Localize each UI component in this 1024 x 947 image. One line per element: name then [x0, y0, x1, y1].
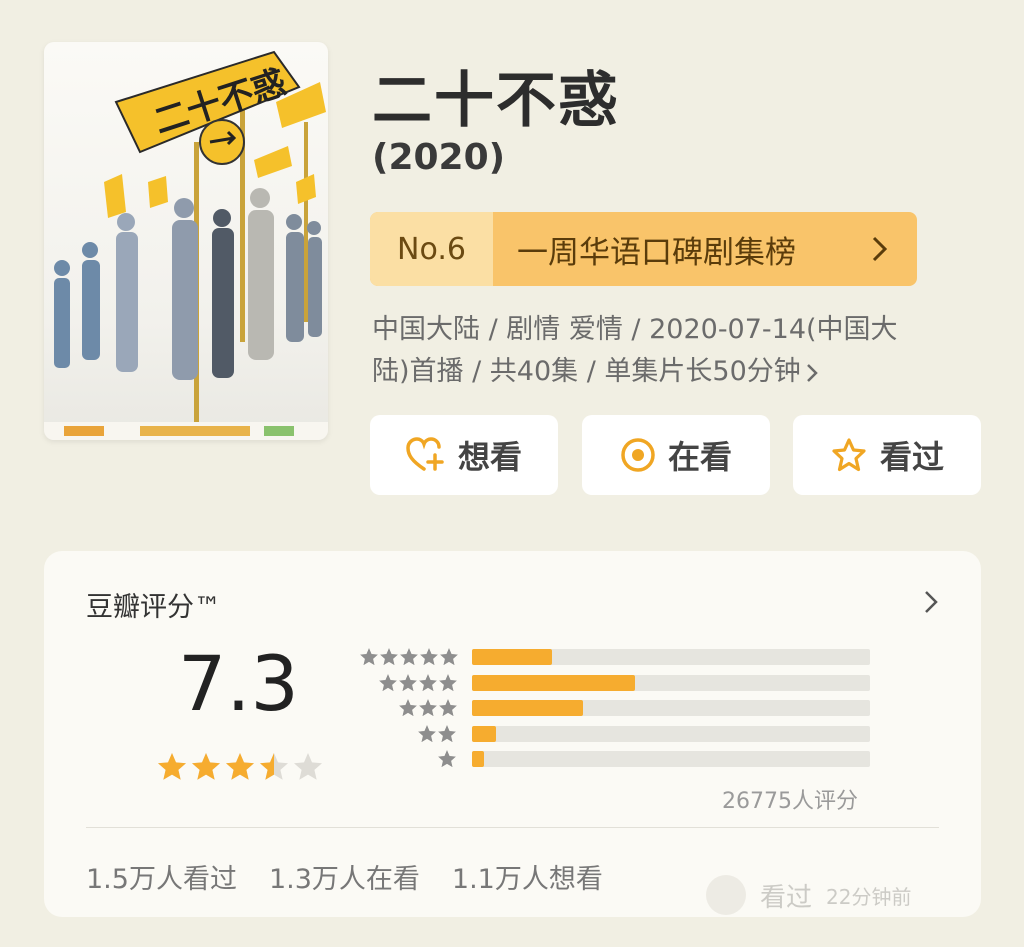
small-star-icon	[399, 648, 418, 665]
distribution-stars	[437, 749, 457, 769]
chevron-right-icon	[806, 363, 818, 382]
star-icon	[226, 753, 254, 780]
release-year: (2020)	[372, 137, 506, 178]
distribution-bar-track	[472, 700, 870, 716]
small-star-icon	[438, 699, 457, 716]
watching-count: 1.3万人在看	[268, 864, 420, 895]
small-star-icon	[418, 699, 437, 716]
rating-count: 26775人评分	[722, 789, 858, 814]
distribution-bar-fill	[472, 700, 584, 716]
rating-label: 豆瓣评分™	[86, 592, 221, 623]
small-star-icon	[437, 750, 456, 767]
poster-artwork: 二十不惑	[44, 50, 328, 440]
recent-activity-time: 22分钟前	[826, 884, 912, 909]
distribution-stars	[398, 698, 458, 718]
star-icon	[192, 753, 220, 780]
want-label: 想看	[457, 438, 522, 476]
watching-button[interactable]: 在看	[582, 415, 770, 495]
show-info[interactable]: 中国大陆 / 剧情 爱情 / 2020-07-14(中国大 陆)首播 / 共40…	[372, 309, 972, 393]
rank-label: 一周华语口碑剧集榜	[517, 234, 796, 271]
distribution-stars	[417, 724, 457, 744]
small-star-icon	[399, 673, 417, 691]
small-star-icon	[398, 699, 417, 716]
poster-image[interactable]: 二十不惑	[44, 42, 328, 440]
star-outline-icon	[832, 438, 866, 472]
distribution-row-1	[354, 749, 874, 769]
chevron-right-icon	[872, 236, 888, 262]
page-title: 二十不惑	[372, 66, 620, 136]
want-count: 1.1万人想看	[451, 864, 603, 895]
audience-stats: 1.5万人看过 1.3万人在看 1.1万人想看	[86, 857, 603, 896]
distribution-bar-fill	[472, 649, 552, 665]
distribution-bar-track	[472, 649, 870, 665]
ranking-banner[interactable]: No.6 一周华语口碑剧集榜	[370, 212, 917, 286]
small-star-icon	[379, 673, 397, 691]
watching-label: 在看	[667, 438, 732, 476]
show-info-line2: 陆)首播 / 共40集 / 单集片长50分钟	[372, 356, 801, 387]
distribution-bar-fill	[472, 725, 496, 742]
distribution-row-2	[354, 724, 874, 744]
distribution-bar-fill	[472, 674, 636, 691]
watched-button[interactable]: 看过	[793, 415, 981, 495]
distribution-bar-track	[472, 725, 870, 742]
small-star-icon	[379, 648, 398, 665]
recent-activity-toast: 看过 22分钟前	[706, 875, 911, 915]
distribution-bar-fill	[472, 751, 484, 767]
distribution-row-5	[354, 647, 874, 667]
small-star-icon	[438, 724, 456, 742]
recent-activity-label: 看过	[760, 882, 813, 913]
divider	[86, 827, 939, 828]
rank-number: No.6	[370, 212, 493, 286]
distribution-row-3	[354, 698, 874, 718]
want-to-watch-button[interactable]: 想看	[370, 415, 558, 495]
distribution-stars	[378, 673, 458, 693]
small-star-icon	[419, 673, 437, 691]
distribution-stars	[359, 647, 459, 667]
target-icon	[621, 438, 655, 472]
watched-label: 看过	[879, 438, 944, 476]
chevron-right-icon[interactable]	[923, 589, 939, 615]
rating-card[interactable]: 豆瓣评分™ 7.3 26775人评分 1.5万人看过 1.3万人在看 1.1万人…	[44, 551, 981, 917]
watched-count: 1.5万人看过	[86, 864, 237, 895]
small-star-icon	[439, 673, 457, 691]
distribution-row-4	[354, 673, 874, 693]
distribution-bar-track	[472, 674, 870, 691]
distribution-bar-track	[472, 751, 870, 767]
small-star-icon	[439, 648, 458, 665]
small-star-icon	[419, 648, 438, 665]
rating-stars	[156, 751, 324, 783]
star-icon	[158, 753, 186, 780]
avatar	[706, 875, 746, 915]
rating-score: 7.3	[178, 639, 299, 728]
star-icon	[294, 753, 322, 780]
small-star-icon	[359, 648, 378, 665]
star-icon	[260, 753, 288, 780]
heart-plus-icon	[406, 437, 444, 471]
show-info-line1: 中国大陆 / 剧情 爱情 / 2020-07-14(中国大	[372, 314, 898, 345]
small-star-icon	[418, 724, 436, 742]
